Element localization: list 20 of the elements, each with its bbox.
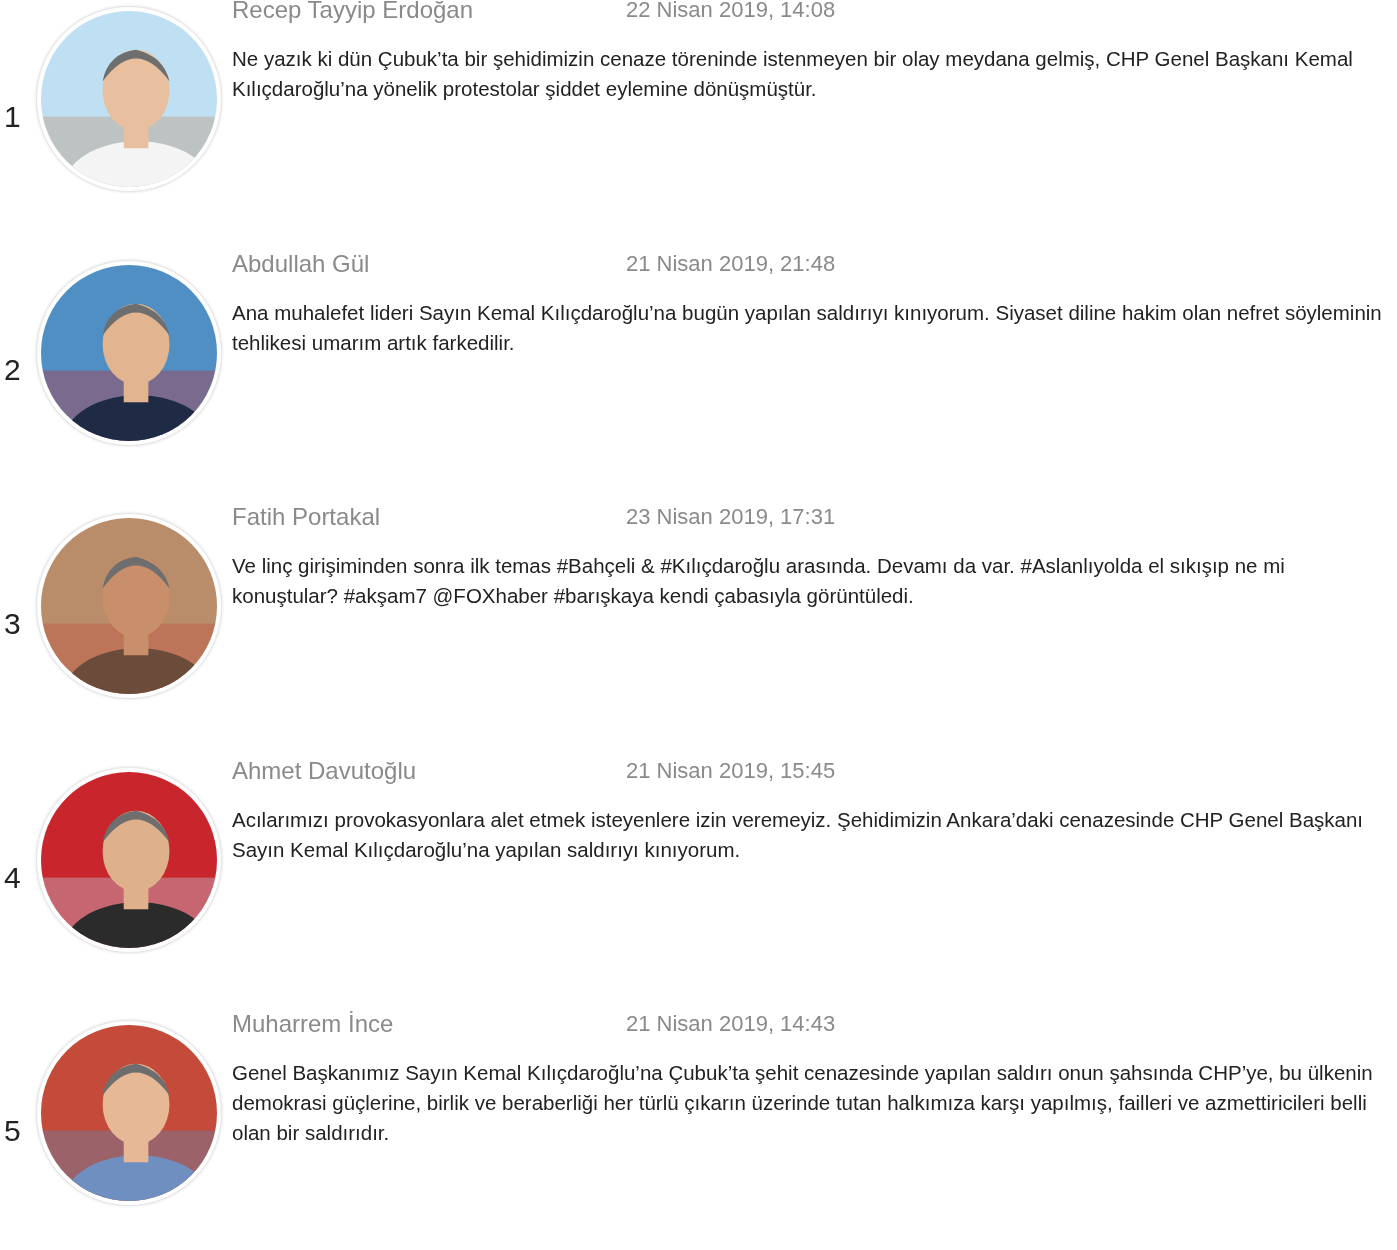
author-name: Ahmet Davutoğlu xyxy=(232,756,418,785)
post-date: 23 Nisan 2019, 17:31 xyxy=(626,504,836,531)
post-text: Ne yazık ki dün Çubuk’ta bir şehidimizin cenaze töreninde istenmeyen bir olay meydana gelmiş, CHP Genel Başkanı Kemal Kılıçdaroğlu’na yönelik protestolar şiddet eylemine dönüşmüştür. xyxy=(232,46,1354,102)
post-number: 2 xyxy=(3,353,22,388)
post-number: 3 xyxy=(3,607,22,641)
post-number: 5 xyxy=(3,1114,22,1149)
post-number: 1 xyxy=(3,99,22,134)
post-text: Ve linç girişiminden sonra ilk temas #Bahçeli & #Kılıçdaroğlu arasında. Devamı da var. #Aslanlıyolda el sıkışıp ne mi konuştular? #akşam7 @FOXhaber #barışkaya kendi çabasıyla görüntüledi. xyxy=(232,553,1286,610)
author-name: Muharrem İnce xyxy=(232,1010,395,1039)
author-name: Recep Tayyip Erdoğan xyxy=(232,0,475,24)
post-date: 21 Nisan 2019, 15:45 xyxy=(626,757,836,784)
author-name: Abdullah Gül xyxy=(232,249,371,278)
author-name: Fatih Portakal xyxy=(232,503,382,532)
post-text: Genel Başkanımız Sayın Kemal Kılıçdaroğlu’na Çubuk’ta şehit cenazesinde yapılan saldırı onun şahsında CHP’ye, bu ülkenin demokrasi güçlerine, birlik ve beraberliği her türlü çıkarın üzerinde tutan halkımıza karşı yapılmış, failleri ve azmettiricileri belli olan bir saldırıdır. xyxy=(232,1060,1374,1147)
post-text: Acılarımızı provokasyonlara alet etmek isteyenlere izin veremeyiz. Şehidimizin Ankara’daki cenazesinde CHP Genel Başkanı Sayın Kemal Kılıçdaroğlu’na yapılan saldırıyı kınıyorum. xyxy=(232,806,1365,863)
post-date: 22 Nisan 2019, 14:08 xyxy=(626,0,836,23)
post-date: 21 Nisan 2019, 14:43 xyxy=(626,1011,836,1038)
post-number: 4 xyxy=(3,860,22,895)
post-text: Ana muhalefet lideri Sayın Kemal Kılıçdaroğlu’na bugün yapılan saldırıyı kınıyorum. Siyaset diline hakim olan nefret söyleminin tehlikesi umarım artık farkedilir. xyxy=(232,299,1382,356)
post-date: 21 Nisan 2019, 21:48 xyxy=(626,250,836,277)
